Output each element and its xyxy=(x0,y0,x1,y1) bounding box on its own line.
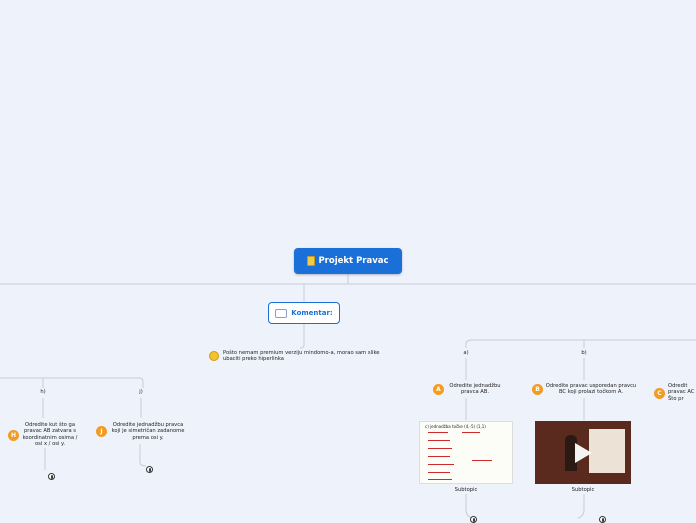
badge-c-icon: C xyxy=(654,388,665,399)
laughing-emoji-icon xyxy=(209,351,219,361)
branch-c-text-line: pravac AC xyxy=(668,389,695,396)
branch-b-text[interactable]: Odredite pravac usporedan pravcu BC koji… xyxy=(544,383,638,396)
branch-j-link-globe-icon[interactable] xyxy=(146,466,153,473)
branch-a-image-text: c) jednadžba točke (4,-5) (1,1) xyxy=(425,424,486,429)
branch-c-text-line: Što pr xyxy=(668,395,684,402)
branch-h-text[interactable]: Odredite kut što ga pravac AB zatvara s … xyxy=(21,422,79,448)
branch-c-text[interactable]: Odredit pravac AC Što pr xyxy=(668,383,696,402)
central-topic-label: Projekt Pravac xyxy=(318,256,389,266)
comment-topic[interactable]: Komentar: xyxy=(268,302,340,324)
branch-h-letter[interactable]: h) xyxy=(33,389,53,395)
note-text[interactable]: Pošto nemam premium verziju mindomo-a, m… xyxy=(223,350,395,363)
branch-a-image[interactable]: c) jednadžba točke (4,-5) (1,1) xyxy=(419,421,513,484)
branch-a-image-caption[interactable]: Subtopic xyxy=(446,487,486,493)
badge-h-icon: H xyxy=(8,430,19,441)
branch-a-text[interactable]: Odredite jednadžbu pravca AB. xyxy=(444,383,506,396)
branch-h-link-globe-icon[interactable] xyxy=(48,473,55,480)
comment-topic-label: Komentar: xyxy=(291,309,333,317)
play-icon[interactable] xyxy=(575,443,592,463)
branch-b-image-caption[interactable]: Subtopic xyxy=(563,487,603,493)
notebook-icon xyxy=(307,256,316,266)
badge-a-icon: A xyxy=(433,384,444,395)
badge-b-icon: B xyxy=(532,384,543,395)
badge-j-icon: J xyxy=(96,426,107,437)
branch-b-letter[interactable]: b) xyxy=(574,350,594,356)
branch-j-letter[interactable]: j) xyxy=(131,389,151,395)
branch-a-letter[interactable]: a) xyxy=(456,350,476,356)
central-topic[interactable]: Projekt Pravac xyxy=(294,248,402,274)
branch-j-text[interactable]: Odredite jednadžbu pravca koji je simetr… xyxy=(108,422,188,441)
speech-bubble-icon xyxy=(275,308,288,318)
branch-b-video-thumbnail[interactable] xyxy=(535,421,631,484)
